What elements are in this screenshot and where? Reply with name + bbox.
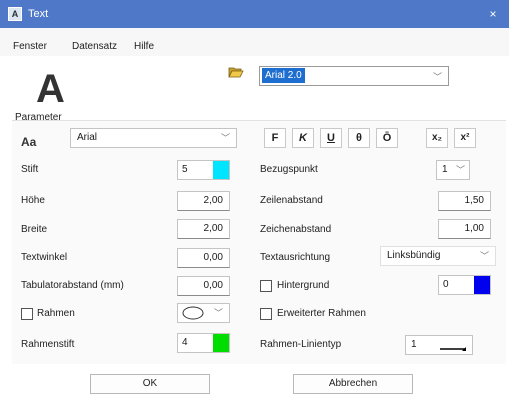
rahmen-checkbox[interactable] bbox=[21, 308, 33, 320]
window-title: Text bbox=[28, 8, 49, 20]
chevron-down-icon: ﹀ bbox=[455, 165, 465, 175]
hintergrund-value: 0 bbox=[443, 279, 449, 290]
cancel-button[interactable]: Abbrechen bbox=[293, 374, 413, 394]
chevron-down-icon: ﹀ bbox=[213, 308, 223, 318]
app-icon: A bbox=[8, 7, 22, 21]
textausrichtung-value: Linksbündig bbox=[387, 250, 441, 261]
font-preview-letter: A bbox=[36, 67, 65, 111]
hintergrund-color-swatch[interactable] bbox=[474, 276, 490, 294]
rahmen-shape-select[interactable]: ﹀ bbox=[177, 303, 230, 323]
stift-value: 5 bbox=[182, 164, 188, 175]
ok-button[interactable]: OK bbox=[90, 374, 210, 394]
close-button[interactable]: × bbox=[484, 5, 502, 23]
bezugspunkt-label: Bezugspunkt bbox=[260, 164, 318, 175]
breite-label: Breite bbox=[21, 224, 48, 235]
rahmenstift-label: Rahmenstift bbox=[21, 339, 75, 350]
line-type-preview-icon bbox=[440, 347, 466, 351]
chevron-down-icon: ﹀ bbox=[432, 72, 442, 82]
textwinkel-input[interactable]: 0,00 bbox=[177, 248, 230, 268]
textwinkel-label: Textwinkel bbox=[21, 252, 68, 263]
rahmen-linientyp-value: 1 bbox=[411, 339, 417, 350]
ellipse-shape-icon bbox=[182, 306, 204, 320]
superscript-button[interactable]: x² bbox=[454, 128, 476, 148]
bezugspunkt-select[interactable]: 1 ﹀ bbox=[436, 160, 470, 180]
title-bar bbox=[0, 0, 509, 28]
zeilenabstand-input[interactable]: 1,50 bbox=[438, 191, 491, 211]
parameter-group bbox=[12, 120, 506, 364]
overline-button[interactable]: Ō bbox=[376, 128, 398, 148]
tabulator-label: Tabulatorabstand (mm) bbox=[21, 280, 124, 291]
rahmen-linientyp-label: Rahmen-Linientyp bbox=[260, 339, 342, 350]
font-name-value: Arial bbox=[77, 132, 98, 143]
hintergrund-label: Hintergrund bbox=[277, 280, 330, 291]
tabulator-input[interactable]: 0,00 bbox=[177, 276, 230, 296]
erweiterter-rahmen-label: Erweiterter Rahmen bbox=[277, 308, 366, 319]
chevron-down-icon: ﹀ bbox=[220, 133, 230, 143]
hoehe-input[interactable]: 2,00 bbox=[177, 191, 230, 211]
erweiterter-rahmen-checkbox[interactable] bbox=[260, 308, 272, 320]
font-size-icon: Aa bbox=[21, 135, 37, 149]
subscript-button[interactable]: x₂ bbox=[426, 128, 448, 148]
italic-button[interactable]: K bbox=[292, 128, 314, 148]
menu-fenster[interactable]: Fenster bbox=[13, 41, 47, 52]
stift-label: Stift bbox=[21, 164, 39, 175]
bezugspunkt-value: 1 bbox=[442, 164, 448, 175]
font-file-selected: Arial 2.0 bbox=[262, 68, 305, 83]
stift-color-swatch[interactable] bbox=[213, 161, 229, 179]
underline-button[interactable]: U bbox=[320, 128, 342, 148]
rahmenstift-value: 4 bbox=[182, 337, 188, 348]
folder-open-icon[interactable] bbox=[228, 66, 244, 78]
rahmenstift-color-swatch[interactable] bbox=[213, 334, 229, 352]
menu-hilfe[interactable]: Hilfe bbox=[134, 41, 154, 52]
menu-datensatz[interactable]: Datensatz bbox=[72, 41, 117, 52]
textausrichtung-label: Textausrichtung bbox=[260, 252, 331, 263]
font-name-select[interactable]: Arial ﹀ bbox=[70, 128, 237, 148]
hintergrund-checkbox[interactable] bbox=[260, 280, 272, 292]
rahmen-label: Rahmen bbox=[37, 308, 75, 319]
breite-input[interactable]: 2,00 bbox=[177, 219, 230, 239]
strikethrough-button[interactable]: θ bbox=[348, 128, 370, 148]
zeichenabstand-input[interactable]: 1,00 bbox=[438, 219, 491, 239]
rahmen-linientyp-input[interactable]: 1 bbox=[405, 335, 473, 355]
zeichenabstand-label: Zeichenabstand bbox=[260, 224, 332, 235]
zeilenabstand-label: Zeilenabstand bbox=[260, 195, 323, 206]
textausrichtung-select[interactable]: Linksbündig ﹀ bbox=[380, 246, 496, 266]
bold-button[interactable]: F bbox=[264, 128, 286, 148]
hoehe-label: Höhe bbox=[21, 195, 45, 206]
chevron-down-icon: ﹀ bbox=[479, 251, 489, 261]
